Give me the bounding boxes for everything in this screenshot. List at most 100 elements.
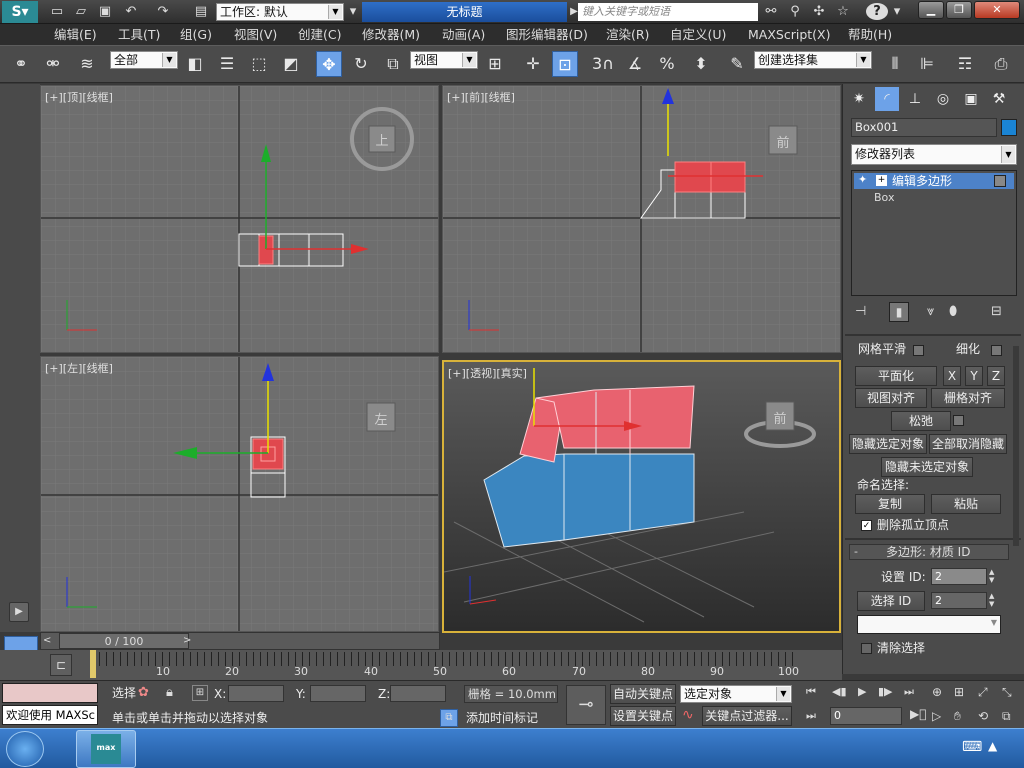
play-icon[interactable]: ▶ — [858, 685, 866, 698]
view-align-button[interactable]: 视图对齐 — [855, 388, 927, 408]
absolute-mode-icon[interactable]: ⊞ — [192, 685, 208, 701]
next-key-icon[interactable]: ▮▶ — [878, 685, 893, 698]
refine-button[interactable]: 细化 — [947, 342, 989, 358]
hierarchy-tab-icon[interactable]: ⊥ — [903, 87, 927, 111]
selection-filter-select[interactable]: 全部 ▼ — [110, 51, 178, 69]
stack-toggle-icon[interactable] — [994, 175, 1006, 187]
create-tab-icon[interactable]: ✷ — [847, 87, 871, 111]
lock-icon[interactable]: 🔒︎ — [166, 685, 173, 700]
maximize-viewport-icon[interactable]: ⧉ — [1002, 709, 1011, 724]
next-frame-icon[interactable]: > — [183, 633, 197, 649]
menu-help[interactable]: 帮助(H) — [848, 26, 892, 43]
key-mode-toggle-icon[interactable]: ⏭ — [806, 709, 816, 723]
modify-tab-icon[interactable]: ◜ — [875, 87, 899, 111]
viewport-perspective-label[interactable]: [+][透视][真实] — [448, 365, 527, 381]
angle-snap-icon[interactable]: ∡ — [622, 51, 648, 77]
spinner-snap-icon[interactable]: ⬍ — [688, 51, 714, 77]
menu-rendering[interactable]: 渲染(R) — [606, 26, 649, 43]
viewport-left[interactable]: [+][左][线框] 左 — [40, 356, 439, 632]
orbit-icon[interactable]: ⟲ — [978, 709, 988, 723]
zoom-all-icon[interactable]: ⊞ — [954, 685, 964, 699]
set-key-button[interactable]: 设置关键点 — [610, 706, 676, 726]
binoculars-icon[interactable]: ⚯ — [762, 3, 780, 20]
zoom-extents-icon[interactable]: ⤢ — [978, 685, 988, 700]
snap-toggle-icon[interactable]: 3∩ — [590, 51, 616, 77]
track-ruler[interactable] — [92, 652, 796, 666]
planarize-z-button[interactable]: Z — [987, 366, 1005, 386]
exchange-icon[interactable]: ✣ — [810, 3, 828, 20]
zoom-extents-all-icon[interactable]: ⤡ — [1002, 685, 1012, 700]
hide-selected-button[interactable]: 隐藏选定对象 — [849, 434, 927, 454]
new-file-icon[interactable]: ▭ — [48, 3, 66, 20]
chevron-down-icon[interactable]: ▾ — [344, 3, 362, 20]
panel-scrollbar[interactable] — [1013, 346, 1019, 546]
project-folder-icon[interactable]: ▤ — [192, 3, 210, 20]
viewport-perspective[interactable]: [+][透视][真实] 前 — [442, 360, 841, 633]
named-selection-select[interactable]: 创建选择集 ▼ — [754, 51, 872, 69]
select-object-icon[interactable]: ◧ — [182, 51, 208, 77]
bind-space-warp-icon[interactable]: ≋ — [74, 51, 100, 77]
windows-start-icon[interactable] — [6, 731, 44, 767]
clear-selection-checkbox[interactable] — [861, 643, 872, 654]
viewcube-left-label[interactable]: 左 — [374, 409, 388, 428]
object-color-swatch[interactable] — [1001, 119, 1017, 136]
current-frame-field[interactable]: 0 — [830, 707, 902, 725]
mesh-smooth-button[interactable]: 网格平滑 — [851, 342, 913, 358]
pan-icon[interactable]: ✋︎ — [954, 709, 961, 724]
time-config-icon[interactable]: ▶⃞ — [910, 707, 926, 721]
object-name-field[interactable]: Box001 — [851, 118, 997, 137]
time-slider[interactable]: < 0 / 100 > — [40, 632, 440, 650]
viewport-front[interactable]: [+][前][线框] 前 — [442, 85, 841, 353]
viewcube-front-label[interactable]: 前 — [776, 132, 790, 151]
menu-modifiers[interactable]: 修改器(M) — [362, 26, 420, 43]
edit-named-selection-icon[interactable]: ✎ — [724, 51, 750, 77]
play-arrow-icon[interactable]: ▶ — [9, 602, 29, 622]
add-time-tag-label[interactable]: 添加时间标记 — [466, 710, 538, 726]
zoom-icon[interactable]: ⊕ — [932, 685, 942, 699]
z-coord-field[interactable] — [390, 685, 446, 702]
pin-stack-icon[interactable]: ⊣ — [855, 304, 866, 319]
modifier-list-select[interactable]: 修改器列表 ▼ — [851, 144, 1017, 165]
search-input[interactable]: 键入关键字或短语 — [578, 3, 758, 21]
maxscript-listener-pink[interactable] — [2, 683, 98, 703]
menu-edit[interactable]: 编辑(E) — [54, 26, 97, 43]
close-button[interactable]: ✕ — [974, 1, 1020, 19]
bulb-icon[interactable]: ✦ — [858, 173, 867, 186]
grid-align-button[interactable]: 栅格对齐 — [931, 388, 1005, 408]
isolate-icon[interactable]: ✿ — [138, 685, 149, 700]
spinner-arrows-icon[interactable]: ▲ ▼ — [989, 568, 994, 584]
make-unique-icon[interactable]: ⩔ — [927, 304, 934, 319]
auto-key-button[interactable]: 自动关键点 — [610, 684, 676, 704]
layer-manager-icon[interactable]: ☶ — [952, 51, 978, 77]
display-tab-icon[interactable]: ▣ — [959, 87, 983, 111]
viewport-top-label[interactable]: [+][顶][线框] — [45, 89, 113, 105]
y-coord-field[interactable] — [310, 685, 366, 702]
field-of-view-icon[interactable]: ▷ — [932, 709, 941, 723]
show-end-result-icon[interactable]: ▮ — [889, 302, 909, 322]
copy-button[interactable]: 复制 — [855, 494, 925, 514]
maximize-button[interactable]: ❐ — [946, 1, 972, 19]
select-id-spinner[interactable]: 2 — [931, 592, 987, 609]
key-filters-button[interactable]: 关键点过滤器... — [702, 706, 792, 726]
expand-plus-icon[interactable]: + — [876, 175, 887, 186]
x-coord-field[interactable] — [228, 685, 284, 702]
save-icon[interactable]: ▣ — [96, 3, 114, 20]
menu-animation[interactable]: 动画(A) — [442, 26, 485, 43]
set-id-spinner[interactable]: 2 — [931, 568, 987, 585]
ref-coord-select[interactable]: 视图 ▼ — [410, 51, 478, 69]
rect-selection-icon[interactable]: ⬚ — [246, 51, 272, 77]
menu-views[interactable]: 视图(V) — [234, 26, 277, 43]
move-icon[interactable]: ✥ — [316, 51, 342, 77]
viewcube-top-label[interactable]: 上 — [375, 130, 389, 149]
menu-group[interactable]: 组(G) — [180, 26, 212, 43]
menu-maxscript[interactable]: MAXScript(X) — [748, 26, 830, 43]
rotate-icon[interactable]: ↻ — [348, 51, 374, 77]
render-setup-icon[interactable]: ⎙ — [988, 51, 1014, 77]
unlink-icon[interactable]: ⚮ — [40, 51, 66, 77]
go-to-end-icon[interactable]: ⏭ — [904, 685, 914, 699]
go-to-start-icon[interactable]: ⏮ — [806, 685, 816, 699]
curve-editor-icon[interactable]: ⊏ — [50, 654, 72, 676]
time-slider-thumb[interactable]: 0 / 100 — [59, 633, 189, 649]
paste-button[interactable]: 粘贴 — [931, 494, 1001, 514]
remove-modifier-icon[interactable]: ⬮ — [949, 304, 957, 319]
